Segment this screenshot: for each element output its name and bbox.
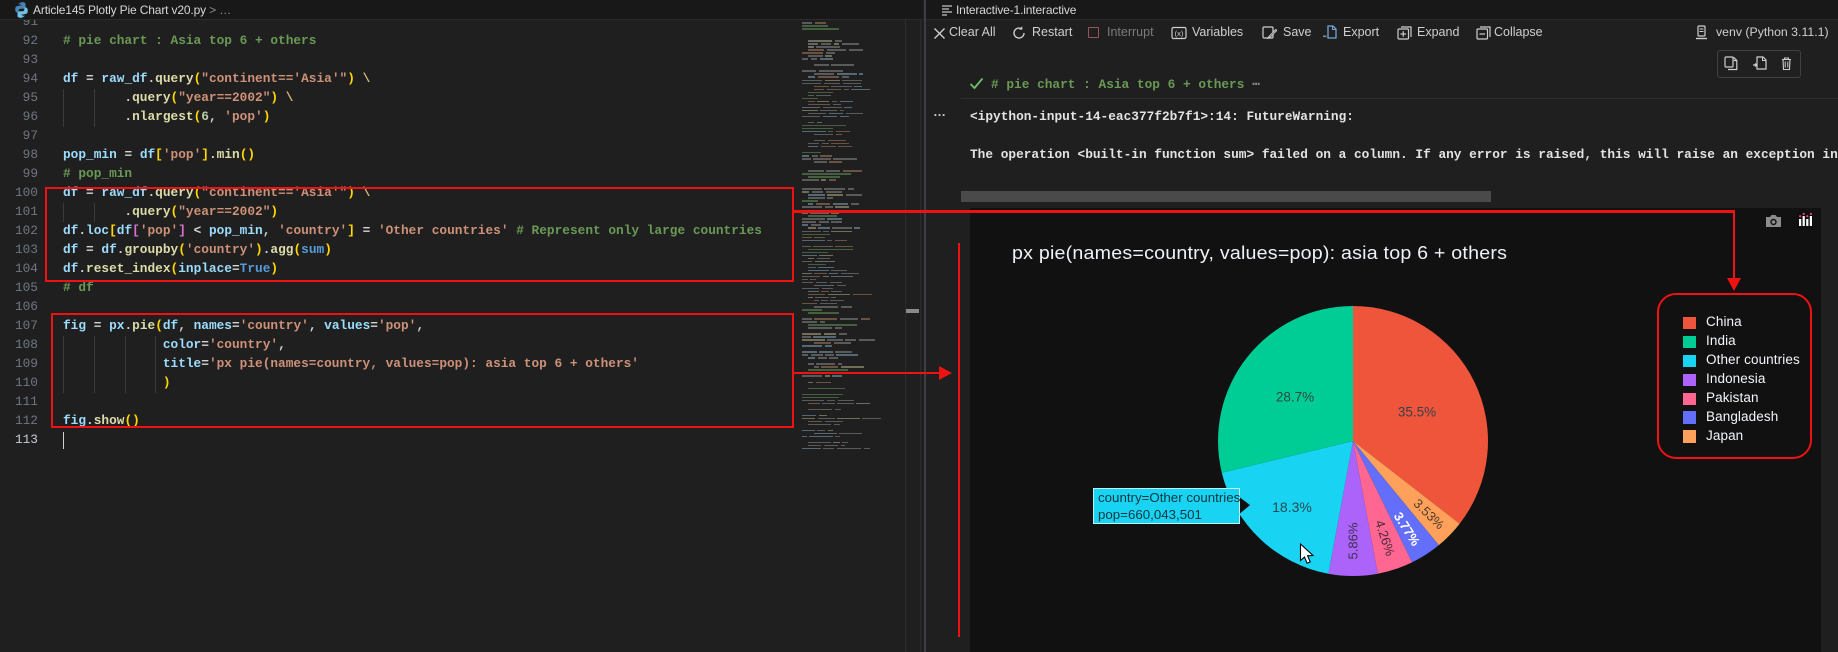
svg-text:28.7%: 28.7%: [1276, 390, 1314, 405]
svg-text:5.86%: 5.86%: [1346, 522, 1361, 559]
svg-text:35.5%: 35.5%: [1398, 405, 1436, 420]
svg-text:18.3%: 18.3%: [1272, 499, 1312, 515]
svg-text:(x): (x): [1175, 29, 1184, 38]
